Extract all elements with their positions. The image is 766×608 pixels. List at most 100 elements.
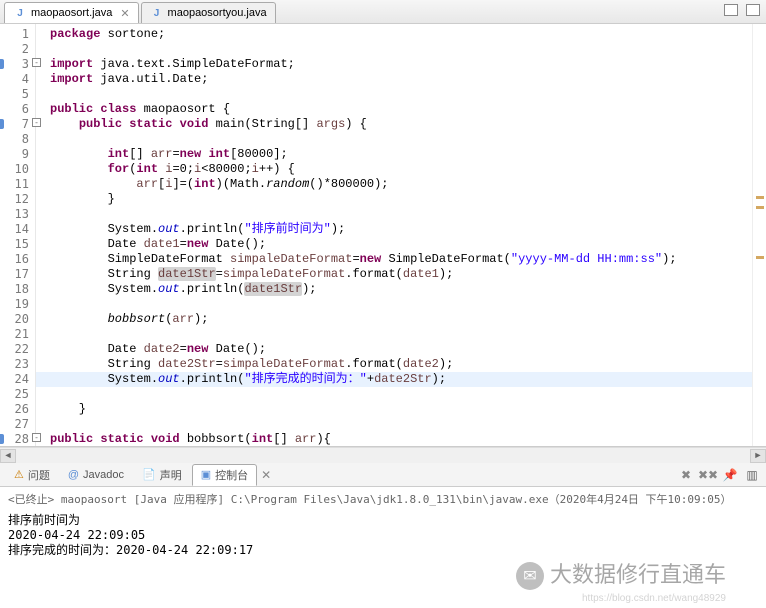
code-line[interactable] [50,132,752,147]
line-number: 19 [0,297,29,312]
code-line[interactable]: import java.text.SimpleDateFormat; [50,57,752,72]
panel-tab-label: 声明 [160,467,182,483]
line-number: 12 [0,192,29,207]
horizontal-scrollbar[interactable]: ◄ ► [0,447,766,463]
panel-tab-label: 问题 [28,467,50,483]
code-area[interactable]: package sortone; import java.text.Simple… [36,24,752,446]
scroll-right-icon[interactable]: ► [750,449,766,463]
code-line[interactable]: for(int i=0;i<80000;i++) { [50,162,752,177]
panel-tab-icon: ⚠ [14,468,24,481]
line-number: 18 [0,282,29,297]
line-number: 11 [0,177,29,192]
line-number: 22 [0,342,29,357]
line-number: 10 [0,162,29,177]
panel-tab[interactable]: 📄 声明 [134,464,190,486]
code-line[interactable]: public static void bobbsort(int[] arr){ [50,432,752,446]
panel-tab[interactable]: @ Javadoc [60,464,132,486]
line-number: 4 [0,72,29,87]
panel-tab-icon: ▣ [201,468,211,481]
code-line[interactable]: int[] arr=new int[80000]; [50,147,752,162]
panel-tab[interactable]: ▣ 控制台 [192,464,257,486]
override-marker-icon [0,434,4,444]
editor-tab[interactable]: Jmaopaosortyou.java [141,2,276,23]
wechat-icon: ✉ [516,562,544,590]
code-line[interactable]: String date1Str=simpaleDateFormat.format… [50,267,752,282]
code-line[interactable]: } [50,402,752,417]
display-selected-icon[interactable]: ▥ [744,467,760,483]
code-line[interactable]: SimpleDateFormat simpaleDateFormat=new S… [50,252,752,267]
code-line[interactable] [50,207,752,222]
line-number: 28- [0,432,29,447]
panel-tab-icon: @ [68,469,79,481]
line-number: 2 [0,42,29,57]
line-number: 17 [0,267,29,282]
code-line[interactable] [50,297,752,312]
console-toolbar: ✖ ✖✖ 📌 ▥ [678,467,760,483]
line-number: 21 [0,327,29,342]
panel-tab[interactable]: ⚠ 问题 [6,464,58,486]
editor-tab[interactable]: Jmaopaosort.java ✕ [4,2,139,23]
line-number: 9 [0,147,29,162]
line-number: 15 [0,237,29,252]
line-number: 24 [0,372,29,387]
panel-tab-label: 控制台 [215,467,248,483]
code-line[interactable] [50,87,752,102]
code-line[interactable]: } [50,192,752,207]
line-number: 7- [0,117,29,132]
line-number: 1 [0,27,29,42]
code-line[interactable]: String date2Str=simpaleDateFormat.format… [50,357,752,372]
code-line[interactable]: package sortone; [50,27,752,42]
java-file-icon: J [13,6,27,20]
line-number: 14 [0,222,29,237]
line-number: 26 [0,402,29,417]
code-line[interactable] [50,327,752,342]
watermark: ✉大数据修行直通车 [516,557,726,590]
remove-all-icon[interactable]: ✖✖ [700,467,716,483]
window-buttons [724,4,760,16]
code-editor[interactable]: 123-4567-8910111213141516171819202122232… [0,24,766,447]
code-line[interactable] [50,42,752,57]
tab-label: maopaosortyou.java [168,7,267,19]
line-number: 5 [0,87,29,102]
code-line[interactable] [50,417,752,432]
line-number: 3- [0,57,29,72]
watermark-url: https://blog.csdn.net/wang48929 [582,593,726,604]
line-number: 16 [0,252,29,267]
code-line[interactable]: import java.util.Date; [50,72,752,87]
line-number: 23 [0,357,29,372]
remove-launch-icon[interactable]: ✖ [678,467,694,483]
pin-console-icon[interactable]: 📌 [722,467,738,483]
code-line[interactable]: Date date2=new Date(); [50,342,752,357]
code-line[interactable]: System.out.println(date1Str); [50,282,752,297]
code-line[interactable]: public class maopaosort { [50,102,752,117]
code-line[interactable]: Date date1=new Date(); [50,237,752,252]
console-header: <已终止> maopaosort [Java 应用程序] C:\Program … [8,491,758,507]
line-number: 6 [0,102,29,117]
close-tab-icon[interactable]: ✕ [120,7,129,20]
editor-tabs: Jmaopaosort.java ✕ Jmaopaosortyou.java [0,0,766,24]
line-number: 13 [0,207,29,222]
tab-label: maopaosort.java [31,7,112,19]
console-output: 排序前时间为 2020-04-24 22:09:05 排序完成的时间为：2020… [8,513,758,558]
code-line[interactable]: public static void main(String[] args) { [50,117,752,132]
code-line[interactable]: arr[i]=(int)(Math.random()*800000); [50,177,752,192]
code-line[interactable]: System.out.println("排序前时间为"); [50,222,752,237]
minimize-icon[interactable] [724,4,738,16]
line-number-gutter: 123-4567-8910111213141516171819202122232… [0,24,36,446]
line-number: 8 [0,132,29,147]
overview-ruler[interactable] [752,24,766,446]
line-number: 20 [0,312,29,327]
code-line[interactable] [50,387,752,402]
override-marker-icon [0,119,4,129]
override-marker-icon [0,59,4,69]
bottom-panel-tabs: ⚠ 问题 @ Javadoc 📄 声明 ▣ 控制台 ✕ ✖ ✖✖ 📌 ▥ [0,463,766,487]
code-line[interactable]: bobbsort(arr); [50,312,752,327]
panel-tab-icon: 📄 [142,468,156,481]
console-view: <已终止> maopaosort [Java 应用程序] C:\Program … [0,487,766,562]
panel-tab-label: Javadoc [83,469,124,481]
line-number: 27 [0,417,29,432]
close-icon[interactable]: ✕ [261,468,271,482]
line-number: 25 [0,387,29,402]
maximize-icon[interactable] [746,4,760,16]
scroll-left-icon[interactable]: ◄ [0,449,16,463]
